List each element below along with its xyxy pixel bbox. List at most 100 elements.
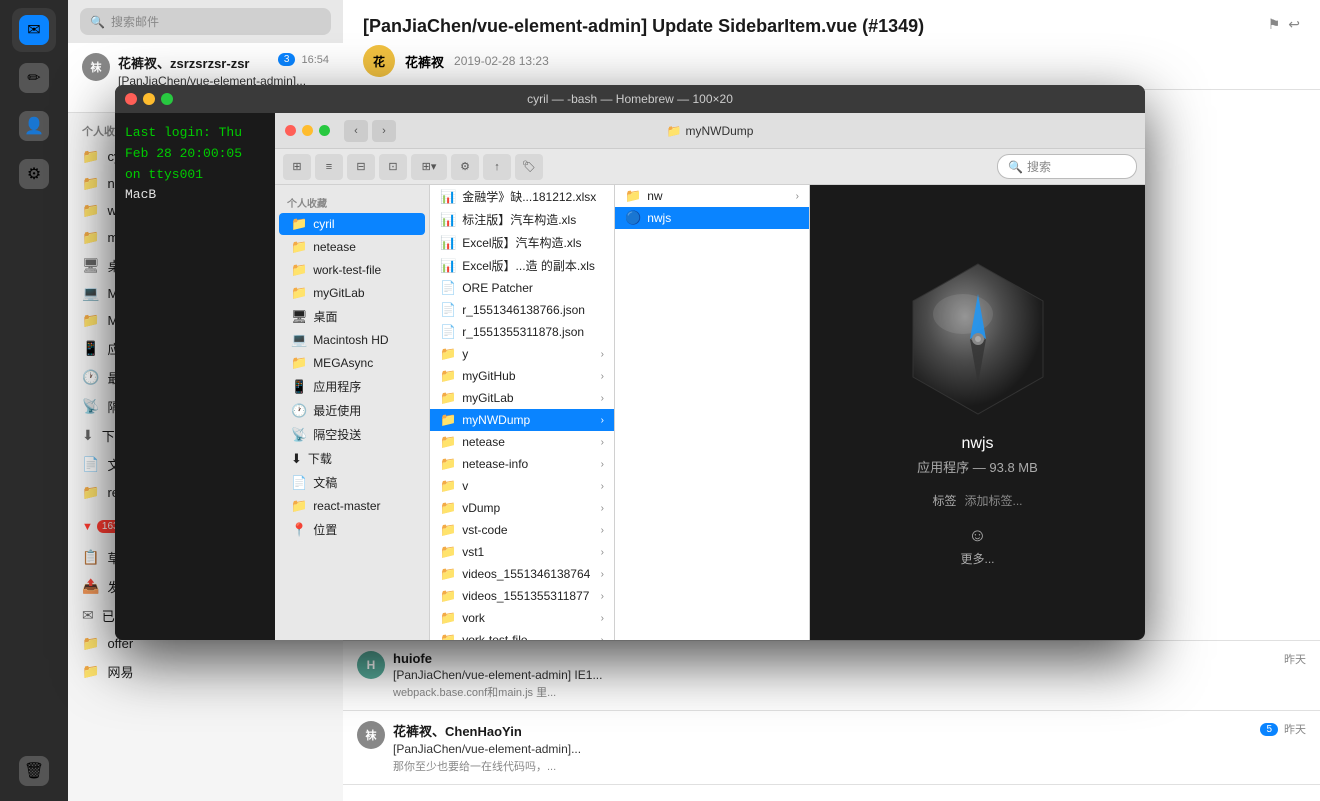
finder-sidebar-item-react[interactable]: 📁 react-master	[279, 495, 425, 517]
list-item-mynwdump[interactable]: 📁 myNWDump ›	[430, 409, 614, 431]
close-button[interactable]	[125, 93, 137, 105]
detail-actions: ⚑ ↩	[1268, 16, 1300, 33]
finder-sidebar-item-recent[interactable]: 🕐 最近使用	[279, 399, 425, 422]
maximize-button[interactable]	[161, 93, 173, 105]
folder-icon: 📁	[82, 635, 99, 652]
avatar: 袜	[357, 721, 385, 749]
finder-minimize-button[interactable]	[302, 125, 313, 136]
finder-sidebar-item-airdrop[interactable]: 📡 隔空投送	[279, 423, 425, 446]
terminal-titlebar: cyril — -bash — Homebrew — 100×20	[115, 85, 1145, 113]
flag-icon[interactable]: ⚑	[1268, 16, 1281, 33]
file-icon: 📊	[440, 258, 456, 274]
terminal-content: Last login: Thu Feb 28 20:00:05 on ttys0…	[115, 113, 1145, 640]
view-gallery-button[interactable]: ⊡	[379, 154, 407, 180]
finder-sidebar-item-mygitlab[interactable]: 📁 myGitLab	[279, 282, 425, 304]
sidebar-item-name: 最近使用	[313, 402, 361, 419]
item-name: vst-code	[462, 523, 594, 537]
list-item[interactable]: 📄 r_1551355311878.json	[430, 321, 614, 343]
sidebar-item-name: MEGAsync	[313, 356, 373, 370]
folder-icon: 📁	[440, 434, 456, 450]
finder-sidebar-item-work[interactable]: 📁 work-test-file	[279, 259, 425, 281]
list-item[interactable]: 📁 vst1 ›	[430, 541, 614, 563]
sidebar-item-contacts[interactable]: 👤	[12, 104, 56, 148]
item-name: nw	[647, 189, 789, 203]
list-item[interactable]: 📁 videos_1551346138764 ›	[430, 563, 614, 585]
finder-sidebar-item-apps[interactable]: 📱 应用程序	[279, 375, 425, 398]
finder-search-input[interactable]: 🔍 搜索	[997, 154, 1137, 179]
sender-name: huiofe	[393, 651, 432, 666]
sidebar-item-trash[interactable]: 🗑	[12, 749, 56, 793]
chevron-right-icon: ›	[601, 613, 604, 624]
finder-sidebar-item-macintosh[interactable]: 💻 Macintosh HD	[279, 329, 425, 351]
list-item[interactable]: 📁 vDump ›	[430, 497, 614, 519]
folder-icon: 📁	[440, 390, 456, 406]
finder-sidebar-item-docs[interactable]: 📄 文稿	[279, 471, 425, 494]
share-button[interactable]: ↑	[483, 154, 511, 180]
sidebar-item-settings[interactable]: ⚙	[12, 152, 56, 196]
bash-line-2: MacB	[125, 185, 265, 206]
folder-icon: 📁	[291, 285, 307, 301]
finder-sidebar-item-downloads[interactable]: ⬇ 下载	[279, 447, 425, 470]
folder-icon: ✉	[82, 607, 94, 624]
folder-icon: 📋	[82, 549, 99, 566]
view-list-button[interactable]: ≡	[315, 154, 343, 180]
sidebar-item-compose[interactable]: ✏	[12, 56, 56, 100]
list-item[interactable]: 📊 标注版】汽车构造.xls	[430, 208, 614, 231]
preview-add-tag-button[interactable]: 添加标签...	[965, 492, 1023, 509]
finder-sidebar-item-netease[interactable]: 📁 netease	[279, 236, 425, 258]
action-button[interactable]: ⚙	[451, 154, 479, 180]
email-item-3[interactable]: 袜 花裤衩、ChenHaoYin 5 昨天 [PanJiaChen/vue-el…	[343, 711, 1320, 785]
preview-more-button[interactable]: 更多...	[960, 550, 994, 567]
tag-button[interactable]: 🏷	[515, 154, 543, 180]
list-item[interactable]: 📁 vork ›	[430, 607, 614, 629]
list-item-nw[interactable]: 📁 nw ›	[615, 185, 809, 207]
preview-app-size: 应用程序 — 93.8 MB	[917, 457, 1038, 476]
list-item[interactable]: 📁 y ›	[430, 343, 614, 365]
folder-icon: 📁	[82, 312, 99, 329]
list-item[interactable]: 📁 vork-test-file ›	[430, 629, 614, 640]
folder-icon: 📁	[440, 566, 456, 582]
email-time: 昨天	[1284, 651, 1306, 667]
finder-forward-button[interactable]: ›	[372, 120, 396, 142]
view-columns-button[interactable]: ⊟	[347, 154, 375, 180]
reply-icon[interactable]: ↩	[1288, 16, 1300, 33]
folder-item-wangyi[interactable]: 📁 网易	[68, 657, 343, 686]
list-item[interactable]: 📄 r_1551346138766.json	[430, 299, 614, 321]
minimize-button[interactable]	[143, 93, 155, 105]
list-item[interactable]: 📁 vst-code ›	[430, 519, 614, 541]
terminal-title: cyril — -bash — Homebrew — 100×20	[527, 92, 733, 106]
item-name: y	[462, 347, 594, 361]
view-icons-button[interactable]: ⊞	[283, 154, 311, 180]
list-item[interactable]: 📁 myGitHub ›	[430, 365, 614, 387]
list-item[interactable]: 📊 Excel版】...造 的副本.xls	[430, 254, 614, 277]
finder-back-button[interactable]: ‹	[344, 120, 368, 142]
finder-sidebar-item-cyril[interactable]: 📁 cyril	[279, 213, 425, 235]
sender-name: 花裤衩、ChenHaoYin	[393, 721, 522, 740]
finder-sidebar-item-desktop[interactable]: 🖥 桌面	[279, 305, 425, 328]
finder-maximize-button[interactable]	[319, 125, 330, 136]
detail-sender: 花裤衩	[405, 52, 444, 71]
view-options-button[interactable]: ⊞▾	[411, 154, 447, 180]
list-item[interactable]: 📊 Excel版】汽车构造.xls	[430, 231, 614, 254]
email-badge: 3	[278, 53, 296, 66]
list-item[interactable]: 📄 ORE Patcher	[430, 277, 614, 299]
list-item[interactable]: 📁 videos_1551355311877 ›	[430, 585, 614, 607]
chevron-right-icon: ›	[601, 525, 604, 536]
sidebar-item-name: react-master	[313, 499, 380, 513]
list-item[interactable]: 📊 金融学》缺...181212.xlsx	[430, 185, 614, 208]
finder-sidebar-item-location[interactable]: 📍 位置	[279, 518, 425, 541]
email-item-2[interactable]: H huiofe 昨天 [PanJiaChen/vue-element-admi…	[343, 641, 1320, 711]
list-item[interactable]: 📁 myGitLab ›	[430, 387, 614, 409]
sidebar-item-mail[interactable]: ✉	[12, 8, 56, 52]
list-item[interactable]: 📁 netease-info ›	[430, 453, 614, 475]
email-preview: 那你至少也要给一在线代码吗，...	[393, 758, 1306, 774]
chevron-right-icon: ›	[601, 591, 604, 602]
sidebar-item-name: 桌面	[314, 308, 338, 325]
list-item[interactable]: 📁 v ›	[430, 475, 614, 497]
search-input-wrap[interactable]: 🔍 搜索邮件	[80, 8, 331, 35]
list-item[interactable]: 📁 netease ›	[430, 431, 614, 453]
list-item-nwjs[interactable]: 🔵 nwjs	[615, 207, 809, 229]
finder-sidebar-item-mega[interactable]: 📁 MEGAsync	[279, 352, 425, 374]
finder-close-button[interactable]	[285, 125, 296, 136]
finder-columns: 📊 金融学》缺...181212.xlsx 📊 标注版】汽车构造.xls 📊 E…	[430, 185, 1145, 640]
